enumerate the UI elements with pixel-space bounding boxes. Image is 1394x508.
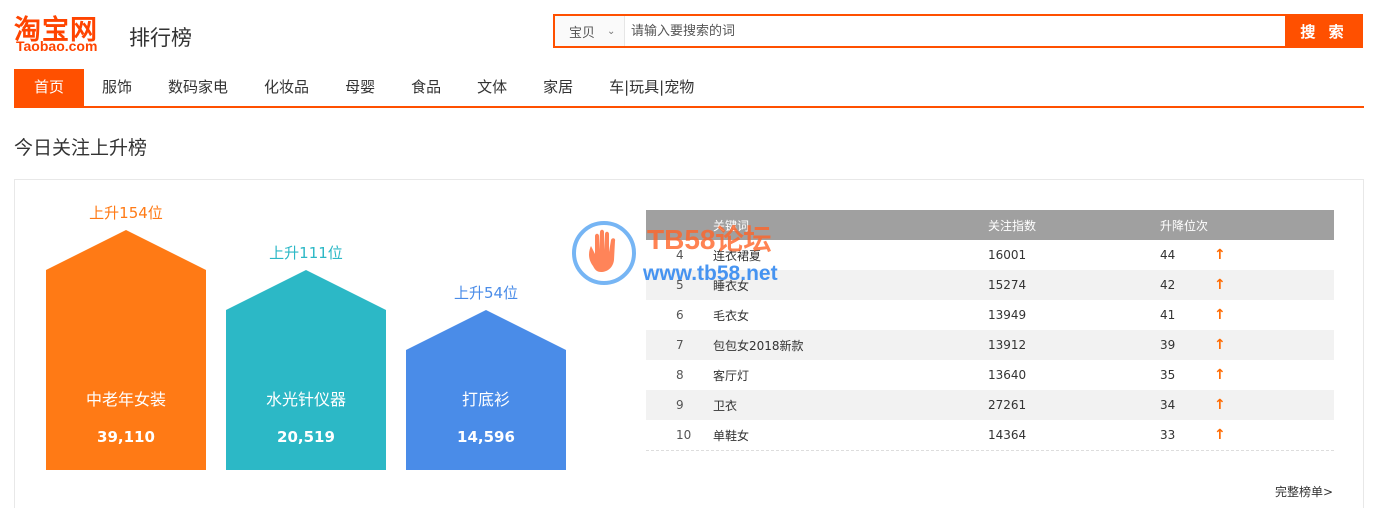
focus-index: 14364 [988, 428, 1027, 442]
keyword-name: 打底衫 [461, 390, 510, 409]
arrow-up-icon: ↑ [1214, 307, 1226, 323]
rise-label: 上升111位 [269, 244, 343, 262]
arrow-up-icon: ↑ [1214, 427, 1226, 443]
arrow-up-icon: ↑ [1214, 247, 1226, 263]
keyword-name: 水光针仪器 [265, 390, 346, 409]
arrow-up-icon: ↑ [1214, 337, 1226, 353]
keyword-link[interactable]: 连衣裙夏 [713, 247, 988, 264]
nav-tab-home-living[interactable]: 家居 [525, 69, 591, 106]
focus-count: 20,519 [277, 428, 335, 446]
focus-index: 13640 [988, 368, 1027, 382]
taobao-logo[interactable]: 淘宝网 Taobao.com [14, 8, 124, 56]
search-type-label: 宝贝 [569, 25, 596, 41]
arrow-up-icon: ↑ [1214, 367, 1226, 383]
rank-number: 7 [676, 338, 684, 352]
keyword-link[interactable]: 睡衣女 [713, 277, 988, 294]
nav-tab-home[interactable]: 首页 [14, 69, 85, 106]
rank-change: 34 [1160, 398, 1176, 412]
table-row[interactable]: 9 卫衣 27261 34 ↑ [646, 390, 1334, 420]
arrow-up-icon: ↑ [1214, 277, 1226, 293]
rise-label: 上升154位 [89, 204, 163, 222]
page-title: 排行榜 [129, 26, 192, 50]
rank-number: 5 [676, 278, 684, 292]
search-input[interactable] [625, 16, 1285, 46]
keyword-link[interactable]: 毛衣女 [713, 307, 988, 324]
keyword-link[interactable]: 卫衣 [713, 397, 988, 414]
ranking-table: 关键词 关注指数 升降位次 4 连衣裙夏 16001 44 ↑ 5 睡衣女 15… [646, 210, 1334, 451]
search-type-select[interactable]: 宝贝 ⌄ [555, 16, 625, 46]
keyword-link[interactable]: 包包女2018新款 [713, 337, 988, 354]
nav-tab-cosmetics[interactable]: 化妆品 [246, 69, 327, 106]
focus-index: 13912 [988, 338, 1027, 352]
rank-change: 42 [1160, 278, 1176, 292]
nav-tab-sports[interactable]: 文体 [459, 69, 525, 106]
category-nav: 首页 服饰 数码家电 化妆品 母婴 食品 文体 家居 车|玩具|宠物 [14, 69, 1364, 108]
rank-number: 4 [676, 248, 684, 262]
nav-tab-digital[interactable]: 数码家电 [150, 69, 246, 106]
chevron-down-icon: ⌄ [607, 25, 616, 37]
table-header: 关键词 关注指数 升降位次 [646, 210, 1334, 240]
rank-change: 33 [1160, 428, 1176, 442]
arrow-up-icon: ↑ [1214, 397, 1226, 413]
nav-tab-baby[interactable]: 母婴 [327, 69, 393, 106]
search-bar: 宝贝 ⌄ 搜 索 [553, 14, 1363, 48]
table-divider [646, 450, 1334, 451]
nav-tab-apparel[interactable]: 服饰 [84, 69, 150, 106]
rising-panel: 上升154位 中老年女装 39,110 上升111位 水光针仪器 20,519 … [14, 179, 1364, 508]
table-row[interactable]: 6 毛衣女 13949 41 ↑ [646, 300, 1334, 330]
section-title: 今日关注上升榜 [14, 137, 148, 159]
focus-count: 39,110 [97, 428, 155, 446]
nav-tab-car-toys-pets[interactable]: 车|玩具|宠物 [591, 69, 712, 106]
rank-number: 10 [676, 428, 692, 442]
rank-change: 44 [1160, 248, 1176, 262]
focus-index: 15274 [988, 278, 1027, 292]
keyword-link[interactable]: 单鞋女 [713, 427, 988, 444]
rank-number: 6 [676, 308, 684, 322]
table-row[interactable]: 5 睡衣女 15274 42 ↑ [646, 270, 1334, 300]
rank-change: 35 [1160, 368, 1176, 382]
focus-index: 27261 [988, 398, 1027, 412]
header-keyword: 关键词 [713, 218, 750, 233]
rank-change: 39 [1160, 338, 1176, 352]
rank-number: 8 [676, 368, 684, 382]
table-row[interactable]: 7 包包女2018新款 13912 39 ↑ [646, 330, 1334, 360]
focus-index: 16001 [988, 248, 1027, 262]
header-rank-change: 升降位次 [1160, 218, 1209, 233]
table-row[interactable]: 10 单鞋女 14364 33 ↑ [646, 420, 1334, 450]
hand-logo-icon [572, 221, 636, 285]
search-button[interactable]: 搜 索 [1285, 14, 1363, 48]
rank-change: 41 [1160, 308, 1176, 322]
table-row[interactable]: 8 客厅灯 13640 35 ↑ [646, 360, 1334, 390]
header-focus-index: 关注指数 [988, 218, 1037, 233]
rank-number: 9 [676, 398, 684, 412]
nav-tab-food[interactable]: 食品 [393, 69, 459, 106]
focus-index: 13949 [988, 308, 1027, 322]
full-list-link[interactable]: 完整榜单> [1275, 483, 1333, 500]
keyword-link[interactable]: 客厅灯 [713, 367, 988, 384]
rise-label: 上升54位 [453, 284, 519, 302]
focus-count: 14,596 [457, 428, 515, 446]
logo-en-text: Taobao.com [16, 38, 98, 54]
keyword-name: 中老年女装 [85, 390, 166, 409]
table-row[interactable]: 4 连衣裙夏 16001 44 ↑ [646, 240, 1334, 270]
